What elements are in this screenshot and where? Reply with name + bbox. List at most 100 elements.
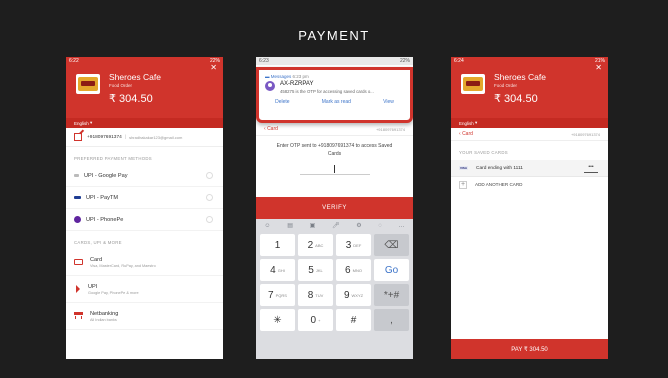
keyboard-key[interactable]: Go xyxy=(374,259,409,281)
card-back-bar[interactable]: ‹ Card +918097691374 xyxy=(451,128,608,141)
option-title: Netbanking xyxy=(90,310,119,317)
keyboard-key[interactable]: 9 WXYZ xyxy=(336,284,371,306)
contact-phone: +918097691374 xyxy=(375,126,405,132)
contact-row[interactable]: +918097691374 | shradhakakar123@gmail.co… xyxy=(66,128,223,147)
key-label: ⌫ xyxy=(384,239,399,251)
keyboard-key[interactable]: 1 xyxy=(260,234,295,256)
language-selector[interactable]: English ▾ xyxy=(66,118,223,128)
key-label: 5 xyxy=(308,264,314,276)
key-letters: JKL xyxy=(315,267,323,273)
emoji-icon[interactable]: ☺ xyxy=(264,223,270,229)
status-time: 6:24 xyxy=(454,58,464,64)
view-button[interactable]: View xyxy=(383,99,394,105)
saved-card-item[interactable]: VISA Card ending with 1111 ••• xyxy=(451,160,608,177)
page-title: PAYMENT xyxy=(298,28,370,43)
merchant-logo xyxy=(76,74,100,94)
keyboard-key[interactable]: 0 + xyxy=(298,309,333,331)
keyboard-key[interactable]: # xyxy=(336,309,371,331)
contact-phone: +918097691374 xyxy=(570,131,600,137)
settings-icon[interactable]: ⚙ xyxy=(356,222,361,229)
key-label: ✳ xyxy=(273,314,282,326)
status-time: 6:23 xyxy=(259,58,269,64)
close-icon[interactable]: ✕ xyxy=(595,63,602,72)
method-label: UPI - PayTM xyxy=(86,194,119,201)
contact-phone: +918097691374 xyxy=(87,134,122,140)
sms-notification[interactable]: ▬ Messages 6:23 pm AX-RZRPAY 458275 is t… xyxy=(256,67,413,123)
option-card[interactable]: Card Visa, MasterCard, RuPay, and Maestro xyxy=(66,249,223,276)
preferred-methods-header: PREFERRED PAYMENT METHODS xyxy=(74,156,152,161)
option-desc: All Indian banks xyxy=(90,317,117,322)
keyboard-key[interactable]: *+# xyxy=(374,284,409,306)
keyboard-key[interactable]: , xyxy=(374,309,409,331)
close-icon[interactable]: ✕ xyxy=(210,63,217,72)
merchant-subtitle: Food Order xyxy=(109,83,133,88)
otp-input[interactable] xyxy=(299,164,370,175)
add-card-label: ADD ANOTHER CARD xyxy=(475,182,523,187)
method-label: UPI - PhonePe xyxy=(86,216,124,223)
key-label: 0 xyxy=(310,314,317,326)
checkout-header: 6:24 21% Sheroes Cafe Food Order ₹ 304.5… xyxy=(451,57,608,128)
keyboard-key[interactable]: 8 TUV xyxy=(298,284,333,306)
numeric-keyboard: ☺ ▤ ▣ 🎤︎ ⚙ ◌ … 1 2 ABC 3 DEF ⌫ 4 GHI 5 JKL 6 MNO Go 7… xyxy=(256,219,413,359)
add-card-button[interactable]: + ADD ANOTHER CARD xyxy=(451,177,608,192)
order-amount: ₹ 304.50 xyxy=(494,93,538,105)
key-label: 2 xyxy=(307,239,314,251)
translate-icon[interactable]: ◌ xyxy=(378,223,382,229)
mic-icon[interactable]: 🎤︎ xyxy=(332,222,340,229)
checkout-header: 6:22 22% Sheroes Cafe Food Order ₹ 304.5… xyxy=(66,57,223,128)
visa-icon: VISA xyxy=(459,166,468,170)
keyboard-key[interactable]: 2 ABC xyxy=(298,234,333,256)
radio-button[interactable] xyxy=(206,216,213,223)
language-selector[interactable]: English ▾ xyxy=(451,118,608,128)
key-label: 1 xyxy=(274,239,281,251)
key-label: 4 xyxy=(270,264,276,276)
phonepe-icon xyxy=(74,216,81,223)
back-icon[interactable]: ‹ xyxy=(459,131,461,137)
key-label: 7 xyxy=(268,289,274,301)
keyboard-key[interactable]: 7 PQRS xyxy=(260,284,295,306)
keyboard-key[interactable]: ✳ xyxy=(260,309,295,331)
key-letters: + xyxy=(318,317,321,323)
cvv-input[interactable]: ••• xyxy=(584,164,598,173)
keyboard-key[interactable]: 5 JKL xyxy=(298,259,333,281)
card-back-bar[interactable]: ‹ Card +918097691374 xyxy=(256,123,413,136)
option-netbanking[interactable]: Netbanking All Indian banks xyxy=(66,303,223,330)
keyboard-key[interactable]: ⌫ xyxy=(374,234,409,256)
upi-icon xyxy=(76,285,80,293)
key-label: # xyxy=(350,314,357,326)
merchant-name: Sheroes Cafe xyxy=(494,72,546,82)
paytm-icon xyxy=(74,196,81,199)
radio-button[interactable] xyxy=(206,194,213,201)
battery-level: 22% xyxy=(399,58,410,64)
clipboard-icon[interactable]: ▤ xyxy=(287,222,293,229)
key-letters: WXYZ xyxy=(351,292,364,298)
radio-button[interactable] xyxy=(206,172,213,179)
option-upi[interactable]: UPI Google Pay, PhonePe & more xyxy=(66,276,223,303)
notif-time: 6:23 pm xyxy=(292,74,309,79)
back-label: Card xyxy=(267,126,278,132)
merchant-subtitle: Food Order xyxy=(494,83,518,88)
method-paytm[interactable]: UPI - PayTM xyxy=(66,187,223,209)
key-label: , xyxy=(390,314,393,326)
phone-saved-cards: 6:24 21% Sheroes Cafe Food Order ₹ 304.5… xyxy=(451,57,608,359)
key-label: 6 xyxy=(345,264,351,276)
verify-button[interactable]: VERIFY xyxy=(256,197,413,219)
keyboard-key[interactable]: 6 MNO xyxy=(336,259,371,281)
pay-button[interactable]: PAY ₹ 304.50 xyxy=(451,339,608,359)
mark-read-button[interactable]: Mark as read xyxy=(322,99,351,105)
phone-otp: 6:23 22% ▬ Messages 6:23 pm AX-RZRPAY 45… xyxy=(256,57,413,359)
language-label: English xyxy=(74,120,89,126)
method-google-pay[interactable]: UPI - Google Pay xyxy=(66,165,223,187)
sticker-icon[interactable]: ▣ xyxy=(310,222,316,229)
key-label: 8 xyxy=(307,289,314,301)
key-label: Go xyxy=(384,264,399,276)
keyboard-key[interactable]: 3 DEF xyxy=(336,234,371,256)
method-phonepe[interactable]: UPI - PhonePe xyxy=(66,209,223,231)
keyboard-key[interactable]: 4 GHI xyxy=(260,259,295,281)
key-label: *+# xyxy=(383,289,400,301)
back-icon[interactable]: ‹ xyxy=(264,126,266,132)
back-label: Card xyxy=(462,131,473,137)
more-icon[interactable]: … xyxy=(399,223,405,229)
delete-button[interactable]: Delete xyxy=(275,99,289,105)
edit-icon[interactable] xyxy=(74,133,82,141)
